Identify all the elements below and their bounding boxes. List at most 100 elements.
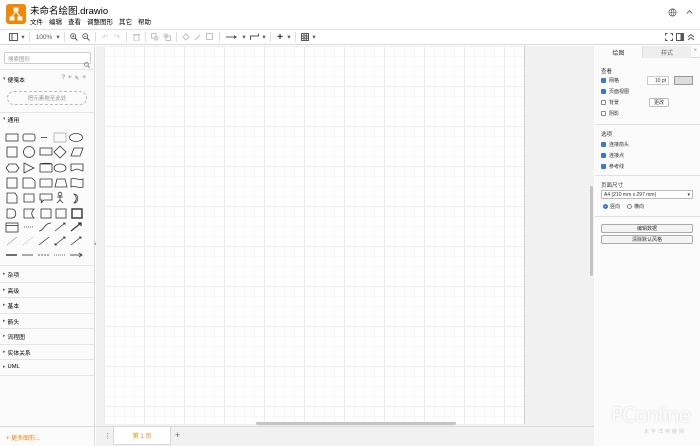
- more-shapes-link[interactable]: + 更多图形...: [6, 433, 40, 442]
- section-misc[interactable]: ▸ 杂项: [0, 268, 95, 280]
- vertical-scrollbar[interactable]: [590, 186, 593, 276]
- layout-dropdown-icon[interactable]: ▾: [20, 31, 26, 43]
- horizontal-scrollbar[interactable]: [256, 422, 456, 425]
- section-advanced[interactable]: ▸ 高级: [0, 284, 95, 296]
- add-page-icon[interactable]: +: [175, 430, 180, 440]
- paper-size-select[interactable]: A4 (210 mm x 297 mm) ▾: [601, 190, 693, 199]
- insert-icon[interactable]: +: [274, 31, 286, 43]
- connection-icon[interactable]: [223, 31, 241, 43]
- delete-icon[interactable]: [130, 31, 142, 43]
- section-flowchart[interactable]: ▸ 流程图: [0, 330, 95, 342]
- edit-data-button[interactable]: 编辑数据: [601, 224, 693, 233]
- scratchpad-help-icon[interactable]: ?: [62, 75, 65, 82]
- header-icons: [668, 4, 694, 17]
- checkbox-checked-icon[interactable]: [601, 142, 606, 147]
- section-uml-label: UML: [7, 364, 20, 370]
- fill-color-icon[interactable]: [180, 31, 192, 43]
- toolbar-divider: [95, 32, 96, 42]
- chevron-right-icon: ▸: [3, 271, 6, 277]
- close-panel-icon[interactable]: ×: [693, 48, 697, 54]
- menu-help[interactable]: 帮助: [138, 16, 151, 26]
- format-panel-icon[interactable]: [674, 31, 685, 43]
- add-icon[interactable]: +: [68, 75, 72, 82]
- insert-dropdown-icon[interactable]: ▾: [286, 31, 292, 43]
- pages-menu-icon[interactable]: ⋮: [104, 432, 111, 440]
- menu-extras[interactable]: 其它: [119, 16, 132, 26]
- collapse-icon[interactable]: [685, 31, 696, 43]
- menu-arrange[interactable]: 调整图形: [87, 16, 113, 26]
- menu-edit[interactable]: 编辑: [49, 16, 62, 26]
- or-shape: [73, 193, 79, 204]
- chevron-down-icon: ▾: [3, 76, 6, 82]
- page-view-checkbox[interactable]: 页面视图: [601, 88, 629, 95]
- to-front-icon[interactable]: [149, 31, 161, 43]
- menu-file[interactable]: 文件: [30, 16, 43, 26]
- zoom-level[interactable]: 100%: [33, 31, 55, 43]
- sidebar-divider: [0, 359, 95, 360]
- zoom-dropdown-icon[interactable]: ▾: [55, 31, 61, 43]
- background-label: 背景: [609, 100, 620, 106]
- radio-selected-icon[interactable]: [603, 204, 608, 209]
- fullscreen-icon[interactable]: [663, 31, 674, 43]
- language-icon[interactable]: [668, 4, 677, 17]
- tab-diagram[interactable]: 绘图: [595, 46, 643, 58]
- document-title[interactable]: 未命名绘图.drawio: [30, 3, 108, 17]
- connection-arrows-checkbox[interactable]: 连接箭头: [601, 141, 629, 148]
- list-shape: [5, 222, 19, 233]
- checkbox-unchecked-icon[interactable]: [601, 100, 606, 105]
- checkbox-checked-icon[interactable]: [601, 153, 606, 158]
- section-entity-relation[interactable]: ▸ 实体关系: [0, 346, 95, 358]
- waypoint-dropdown-icon[interactable]: ▾: [261, 31, 267, 43]
- clear-default-style-button[interactable]: 清除默认风格: [601, 235, 693, 244]
- table-icon[interactable]: [299, 31, 311, 43]
- connection-points-checkbox[interactable]: 连接点: [601, 152, 624, 159]
- layout-icon[interactable]: [6, 31, 20, 43]
- guides-checkbox[interactable]: 参考线: [601, 163, 624, 170]
- grid-checkbox[interactable]: 网格: [601, 77, 619, 84]
- diagram-page[interactable]: [104, 46, 525, 424]
- background-checkbox[interactable]: 背景: [601, 99, 619, 106]
- general-shapes-palette[interactable]: [4, 130, 90, 260]
- change-background-button[interactable]: 更改: [649, 98, 669, 107]
- menu-view[interactable]: 查看: [68, 16, 81, 26]
- textbox-shape: [53, 132, 67, 143]
- zoom-out-icon[interactable]: [80, 31, 92, 43]
- grid-size-input[interactable]: 10 pt: [647, 76, 669, 85]
- diagram-canvas[interactable]: [96, 46, 594, 426]
- trapezoid-shape: [54, 178, 68, 188]
- shadow-checkbox[interactable]: 阴影: [601, 110, 619, 117]
- shadow-icon[interactable]: [204, 31, 216, 43]
- chevron-right-icon: ▸: [3, 364, 6, 370]
- to-back-icon[interactable]: [161, 31, 173, 43]
- search-input[interactable]: 搜索图形: [4, 52, 91, 64]
- section-basic[interactable]: ▸ 基本: [0, 299, 95, 311]
- checkbox-checked-icon[interactable]: [601, 89, 606, 94]
- toolbar-divider: [126, 32, 127, 42]
- card-shape: [23, 193, 35, 203]
- close-icon[interactable]: ×: [82, 75, 86, 82]
- line-color-icon[interactable]: [192, 31, 204, 43]
- section-general[interactable]: ▾ 通用: [0, 113, 95, 125]
- landscape-radio[interactable]: 横向: [627, 203, 644, 210]
- dotted-line-shape: [22, 236, 34, 246]
- section-uml[interactable]: ▸ UML: [0, 361, 95, 373]
- grid-color-swatch[interactable]: [674, 76, 693, 85]
- checkbox-unchecked-icon[interactable]: [601, 111, 606, 116]
- table-dropdown-icon[interactable]: ▾: [311, 31, 317, 43]
- search-icon[interactable]: [84, 55, 90, 73]
- section-arrows[interactable]: ▸ 箭头: [0, 315, 95, 327]
- redo-icon[interactable]: ↷: [111, 31, 123, 43]
- toolbar: ▾ 100% ▾ ↶ ↷ ▾ ▾ + ▾ ▾: [0, 29, 700, 45]
- checkbox-checked-icon[interactable]: [601, 164, 606, 169]
- zoom-in-icon[interactable]: [68, 31, 80, 43]
- tab-style[interactable]: 样式: [643, 46, 691, 58]
- waypoint-icon[interactable]: [247, 31, 261, 43]
- scratchpad-drop-zone[interactable]: 把元素拖至此处: [7, 91, 87, 105]
- portrait-radio[interactable]: 竖向: [603, 203, 620, 210]
- edit-icon[interactable]: ✎: [74, 75, 79, 82]
- tab-page-1[interactable]: 第 1 页: [113, 427, 171, 445]
- collapse-header-icon[interactable]: [685, 4, 694, 14]
- checkbox-checked-icon[interactable]: [601, 78, 606, 83]
- radio-unselected-icon[interactable]: [627, 204, 632, 209]
- undo-icon[interactable]: ↶: [99, 31, 111, 43]
